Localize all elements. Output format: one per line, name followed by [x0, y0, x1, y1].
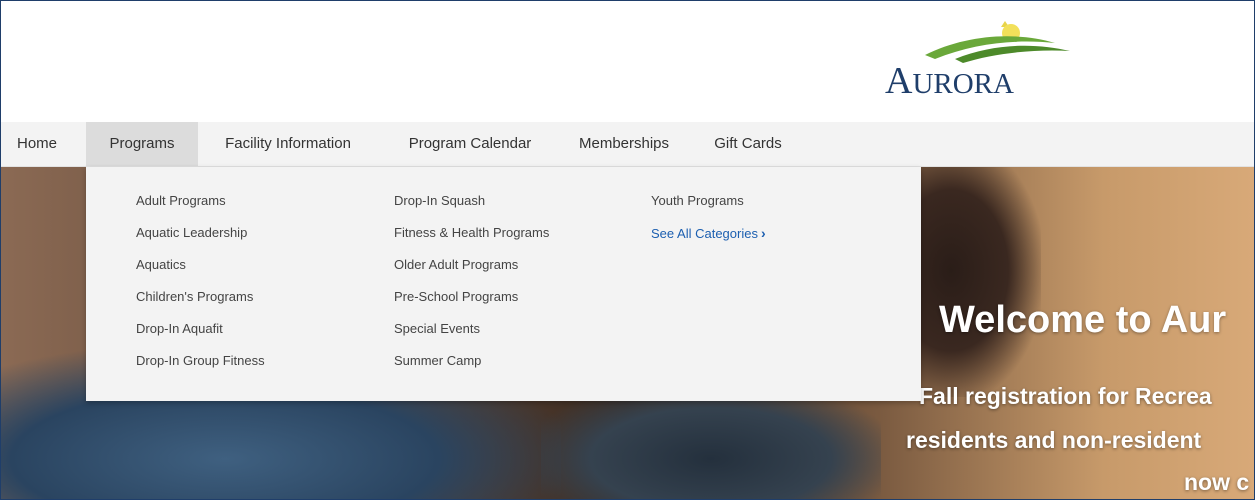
nav-programs[interactable]: Programs [86, 122, 198, 166]
see-all-categories-label: See All Categories [651, 226, 758, 241]
menu-item-drop-in-group-fitness[interactable]: Drop-In Group Fitness [136, 346, 265, 378]
hero-subtitle-line2: residents and non-resident [906, 427, 1202, 453]
hero-subtitle-line1: Fall registration for Recrea [919, 383, 1212, 409]
menu-item-youth-programs[interactable]: Youth Programs [651, 186, 766, 218]
programs-dropdown-menu: Adult Programs Aquatic Leadership Aquati… [86, 167, 921, 401]
nav-program-calendar[interactable]: Program Calendar [385, 122, 555, 166]
menu-item-special-events[interactable]: Special Events [394, 314, 549, 346]
menu-item-pre-school-programs[interactable]: Pre-School Programs [394, 282, 549, 314]
nav-facility-information[interactable]: Facility Information [203, 122, 373, 166]
menu-item-drop-in-aquafit[interactable]: Drop-In Aquafit [136, 314, 265, 346]
menu-item-fitness-health-programs[interactable]: Fitness & Health Programs [394, 218, 549, 250]
hero-title: Welcome to Aur [939, 299, 1227, 341]
menu-item-aquatic-leadership[interactable]: Aquatic Leadership [136, 218, 265, 250]
nav-gift-cards[interactable]: Gift Cards [699, 122, 797, 166]
menu-item-older-adult-programs[interactable]: Older Adult Programs [394, 250, 549, 282]
site-header: AURORA [1, 1, 1254, 122]
chevron-right-icon: › [760, 225, 766, 241]
dropdown-column-1: Adult Programs Aquatic Leadership Aquati… [136, 186, 265, 378]
menu-item-summer-camp[interactable]: Summer Camp [394, 346, 549, 378]
menu-item-childrens-programs[interactable]: Children's Programs [136, 282, 265, 314]
see-all-categories-link[interactable]: See All Categories › [651, 218, 766, 250]
dropdown-column-3: Youth Programs See All Categories › [651, 186, 766, 250]
hero-subtitle-line3: now c [1184, 469, 1250, 495]
aurora-logo[interactable]: AURORA [885, 21, 1085, 102]
logo-wordmark: AURORA [885, 60, 1014, 102]
menu-item-drop-in-squash[interactable]: Drop-In Squash [394, 186, 549, 218]
main-nav: Home Programs Facility Information Progr… [1, 122, 1254, 167]
page-frame: AURORA Home Programs Facility Informatio… [0, 0, 1255, 500]
dropdown-column-2: Drop-In Squash Fitness & Health Programs… [394, 186, 549, 378]
menu-item-adult-programs[interactable]: Adult Programs [136, 186, 265, 218]
nav-home[interactable]: Home [1, 122, 73, 166]
menu-item-aquatics[interactable]: Aquatics [136, 250, 265, 282]
nav-memberships[interactable]: Memberships [562, 122, 686, 166]
